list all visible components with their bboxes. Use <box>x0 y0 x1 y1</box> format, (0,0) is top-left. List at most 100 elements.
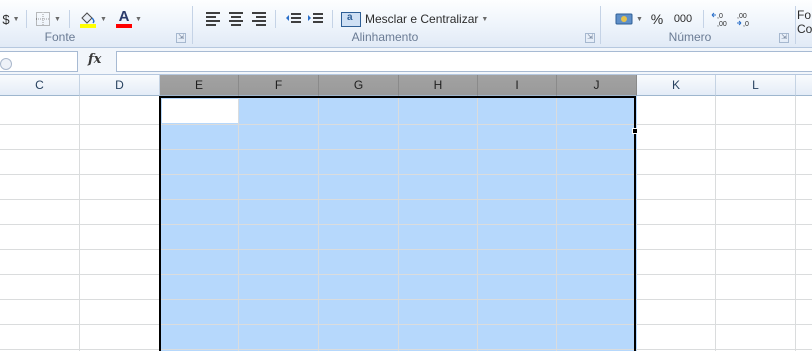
accounting-icon <box>615 13 633 25</box>
fonte-controls: $ ▼ ▼ ▼ A ▼ <box>0 8 146 30</box>
decrease-decimal-button[interactable]: ,00 ,0 <box>733 8 757 30</box>
divider <box>26 10 27 28</box>
borders-button[interactable]: ▼ <box>31 8 65 30</box>
active-cell-e1[interactable] <box>162 99 239 123</box>
merge-center-label: Mesclar e Centralizar <box>365 12 479 26</box>
column-headers: C D E F G H I J K L <box>0 75 812 96</box>
column-header-d[interactable]: D <box>80 75 160 96</box>
increase-indent-icon <box>308 13 323 23</box>
fill-color-button[interactable]: ▼ <box>74 8 112 30</box>
font-color-letter: A <box>118 8 130 25</box>
chevron-down-icon: ▼ <box>135 15 142 23</box>
decrease-indent-button[interactable] <box>282 8 304 30</box>
name-box[interactable] <box>0 51 78 72</box>
increase-indent-button[interactable] <box>304 8 326 30</box>
merge-cells-icon <box>341 11 361 27</box>
column-gridline <box>398 96 399 351</box>
column-gridline <box>556 96 557 351</box>
numero-dialog-launcher-icon[interactable]: ⇲ <box>779 33 789 43</box>
font-size-dropdown[interactable]: $ ▼ <box>0 8 22 30</box>
svg-text:,0: ,0 <box>717 13 723 20</box>
row-gridline <box>0 124 812 125</box>
cut-label-2: Co <box>797 22 812 36</box>
row-gridline <box>0 324 812 325</box>
ribbon: $ ▼ ▼ ▼ A ▼ a Mesclar e Centralizar ▼ ▼ … <box>0 0 812 48</box>
column-header-c[interactable]: C <box>0 75 80 96</box>
increase-decimal-icon: ,0 ,00 <box>711 12 727 27</box>
column-header-k[interactable]: K <box>637 75 716 96</box>
column-header-e[interactable]: E <box>160 75 239 96</box>
font-color-bar <box>116 24 133 28</box>
group-separator <box>192 6 193 44</box>
group-separator <box>795 6 796 44</box>
column-gridline <box>238 96 239 351</box>
cut-label-1: Fo <box>797 8 812 22</box>
align-left-button[interactable] <box>203 8 225 30</box>
row-gridline <box>0 249 812 250</box>
percent-style-button[interactable]: % <box>646 8 668 30</box>
svg-text:,00: ,00 <box>737 13 747 20</box>
worksheet-grid[interactable] <box>0 96 812 351</box>
column-header-g[interactable]: G <box>319 75 399 96</box>
align-left-icon <box>206 12 222 26</box>
column-gridline <box>715 96 716 351</box>
group-label-fonte: Fonte <box>44 30 76 44</box>
formula-bar: fx <box>0 48 812 75</box>
name-box-knob-icon[interactable] <box>0 58 12 70</box>
column-header-i[interactable]: I <box>478 75 557 96</box>
divider <box>69 10 70 28</box>
merge-center-button[interactable]: Mesclar e Centralizar ▼ <box>339 8 490 30</box>
column-header-l[interactable]: L <box>716 75 796 96</box>
insert-function-button[interactable]: fx <box>88 52 101 67</box>
column-gridline <box>318 96 319 351</box>
chevron-down-icon: ▼ <box>636 15 643 23</box>
row-gridline <box>0 274 812 275</box>
divider <box>332 10 333 28</box>
alinhamento-dialog-launcher-icon[interactable]: ⇲ <box>585 33 595 43</box>
column-header-f[interactable]: F <box>239 75 319 96</box>
conditional-format-partial[interactable]: Fo Co <box>797 8 812 36</box>
percent-label: % <box>650 11 664 27</box>
cut-left-glyph: $ <box>2 11 10 27</box>
column-header-partial[interactable] <box>796 75 812 96</box>
column-header-j[interactable]: J <box>557 75 637 96</box>
row-gridline <box>0 299 812 300</box>
row-gridline <box>0 224 812 225</box>
align-center-button[interactable] <box>225 8 247 30</box>
row-gridline <box>0 349 812 350</box>
chevron-down-icon: ▼ <box>12 15 20 23</box>
divider <box>275 10 276 28</box>
column-gridline <box>79 96 80 351</box>
chevron-down-icon: ▼ <box>100 15 107 23</box>
increase-decimal-button[interactable]: ,0 ,00 <box>709 8 733 30</box>
column-gridline <box>477 96 478 351</box>
row-gridline <box>0 174 812 175</box>
fill-color-bar <box>80 23 97 28</box>
decrease-decimal-icon: ,00 ,0 <box>737 13 749 27</box>
fonte-dialog-launcher-icon[interactable]: ⇲ <box>176 33 186 43</box>
align-center-icon <box>228 12 244 26</box>
group-label-numero: Número <box>668 30 712 44</box>
row-gridline <box>0 149 812 150</box>
svg-text:,00: ,00 <box>717 21 727 27</box>
numero-controls: ▼ % 000 ,0 ,00 ,00 ,0 <box>612 8 757 30</box>
paint-bucket-icon <box>81 11 95 24</box>
chevron-down-icon: ▼ <box>481 15 489 23</box>
fill-handle[interactable] <box>632 128 638 134</box>
formula-input[interactable] <box>116 51 812 72</box>
group-separator <box>600 6 601 44</box>
row-gridline <box>0 199 812 200</box>
column-header-h[interactable]: H <box>399 75 478 96</box>
chevron-down-icon: ▼ <box>54 15 61 23</box>
decrease-indent-icon <box>286 13 301 23</box>
divider <box>703 10 704 28</box>
thousands-label: 000 <box>673 13 693 25</box>
group-label-alinhamento: Alinhamento <box>351 30 419 44</box>
align-right-button[interactable] <box>247 8 269 30</box>
accounting-format-button[interactable]: ▼ <box>612 8 646 30</box>
align-right-icon <box>250 12 266 26</box>
alinhamento-controls: Mesclar e Centralizar ▼ <box>203 8 490 30</box>
comma-style-button[interactable]: 000 <box>668 8 698 30</box>
font-color-button[interactable]: A ▼ <box>112 8 146 30</box>
svg-text:,0: ,0 <box>743 21 749 27</box>
